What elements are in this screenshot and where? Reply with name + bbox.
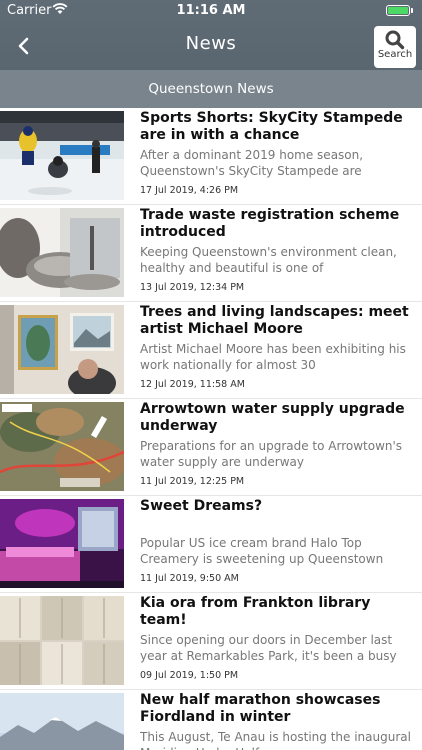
article-summary: Since opening our doors in December last… [140,633,397,663]
article-date: 17 Jul 2019, 4:26 PM [140,185,239,196]
news-item[interactable]: Arrowtown water supply upgrade underway … [0,399,422,496]
article-thumbnail [0,596,124,685]
status-bar: Carrier 11:16 AM [0,0,422,22]
navigation-bar: News Search [0,22,422,70]
news-item[interactable]: Trade waste registration scheme introduc… [0,205,422,302]
article-date: 11 Jul 2019, 9:50 AM [140,573,239,584]
article-date: 12 Jul 2019, 11:58 AM [140,379,245,390]
article-title: Trees and living landscapes: meet artist… [140,304,409,337]
magnifier-icon [385,30,405,50]
search-button[interactable]: Search [374,26,416,68]
page-title: News [185,33,237,54]
battery-tip [411,8,413,13]
article-thumbnail [0,111,124,200]
article-title: Sports Shorts: SkyCity Stampede are in w… [140,110,403,143]
article-thumbnail [0,693,124,750]
section-title: Queenstown News [148,81,274,97]
article-date: 11 Jul 2019, 12:25 PM [140,476,245,487]
article-thumbnail [0,402,124,491]
news-item[interactable]: Sports Shorts: SkyCity Stampede are in w… [0,108,422,205]
article-title: Kia ora from Frankton library team! [140,595,371,628]
article-summary: Preparations for an upgrade to Arrowtown… [140,439,403,469]
article-thumbnail [0,305,124,394]
article-title: New half marathon showcases Fiordland in… [140,692,381,725]
article-date: 09 Jul 2019, 1:50 PM [140,670,239,681]
article-summary: Keeping Queenstown's environment clean, … [140,245,397,275]
article-summary: After a dominant 2019 home season, Queen… [140,148,364,178]
article-thumbnail [0,499,124,588]
news-item[interactable]: Trees and living landscapes: meet artist… [0,302,422,399]
news-item[interactable]: New half marathon showcases Fiordland in… [0,690,422,750]
article-date: 13 Jul 2019, 12:34 PM [140,282,245,293]
battery-icon [386,5,410,16]
news-item[interactable]: Sweet Dreams? Popular US ice cream brand… [0,496,422,593]
article-title: Trade waste registration scheme introduc… [140,207,400,240]
clock: 11:16 AM [176,3,246,18]
article-thumbnail [0,208,124,297]
article-summary: Artist Michael Moore has been exhibiting… [140,342,406,372]
article-summary: Popular US ice cream brand Halo Top Crea… [140,536,384,566]
article-title: Arrowtown water supply upgrade underway [140,401,405,434]
article-title: Sweet Dreams? [140,498,263,514]
section-header: Queenstown News [0,70,422,108]
news-list: Sports Shorts: SkyCity Stampede are in w… [0,108,422,750]
news-item[interactable]: Kia ora from Frankton library team! Sinc… [0,593,422,690]
article-summary: This August, Te Anau is hosting the inau… [140,730,411,750]
top-bar: Carrier 11:16 AM News Search Queenstown … [0,0,422,108]
search-button-label: Search [377,49,413,60]
